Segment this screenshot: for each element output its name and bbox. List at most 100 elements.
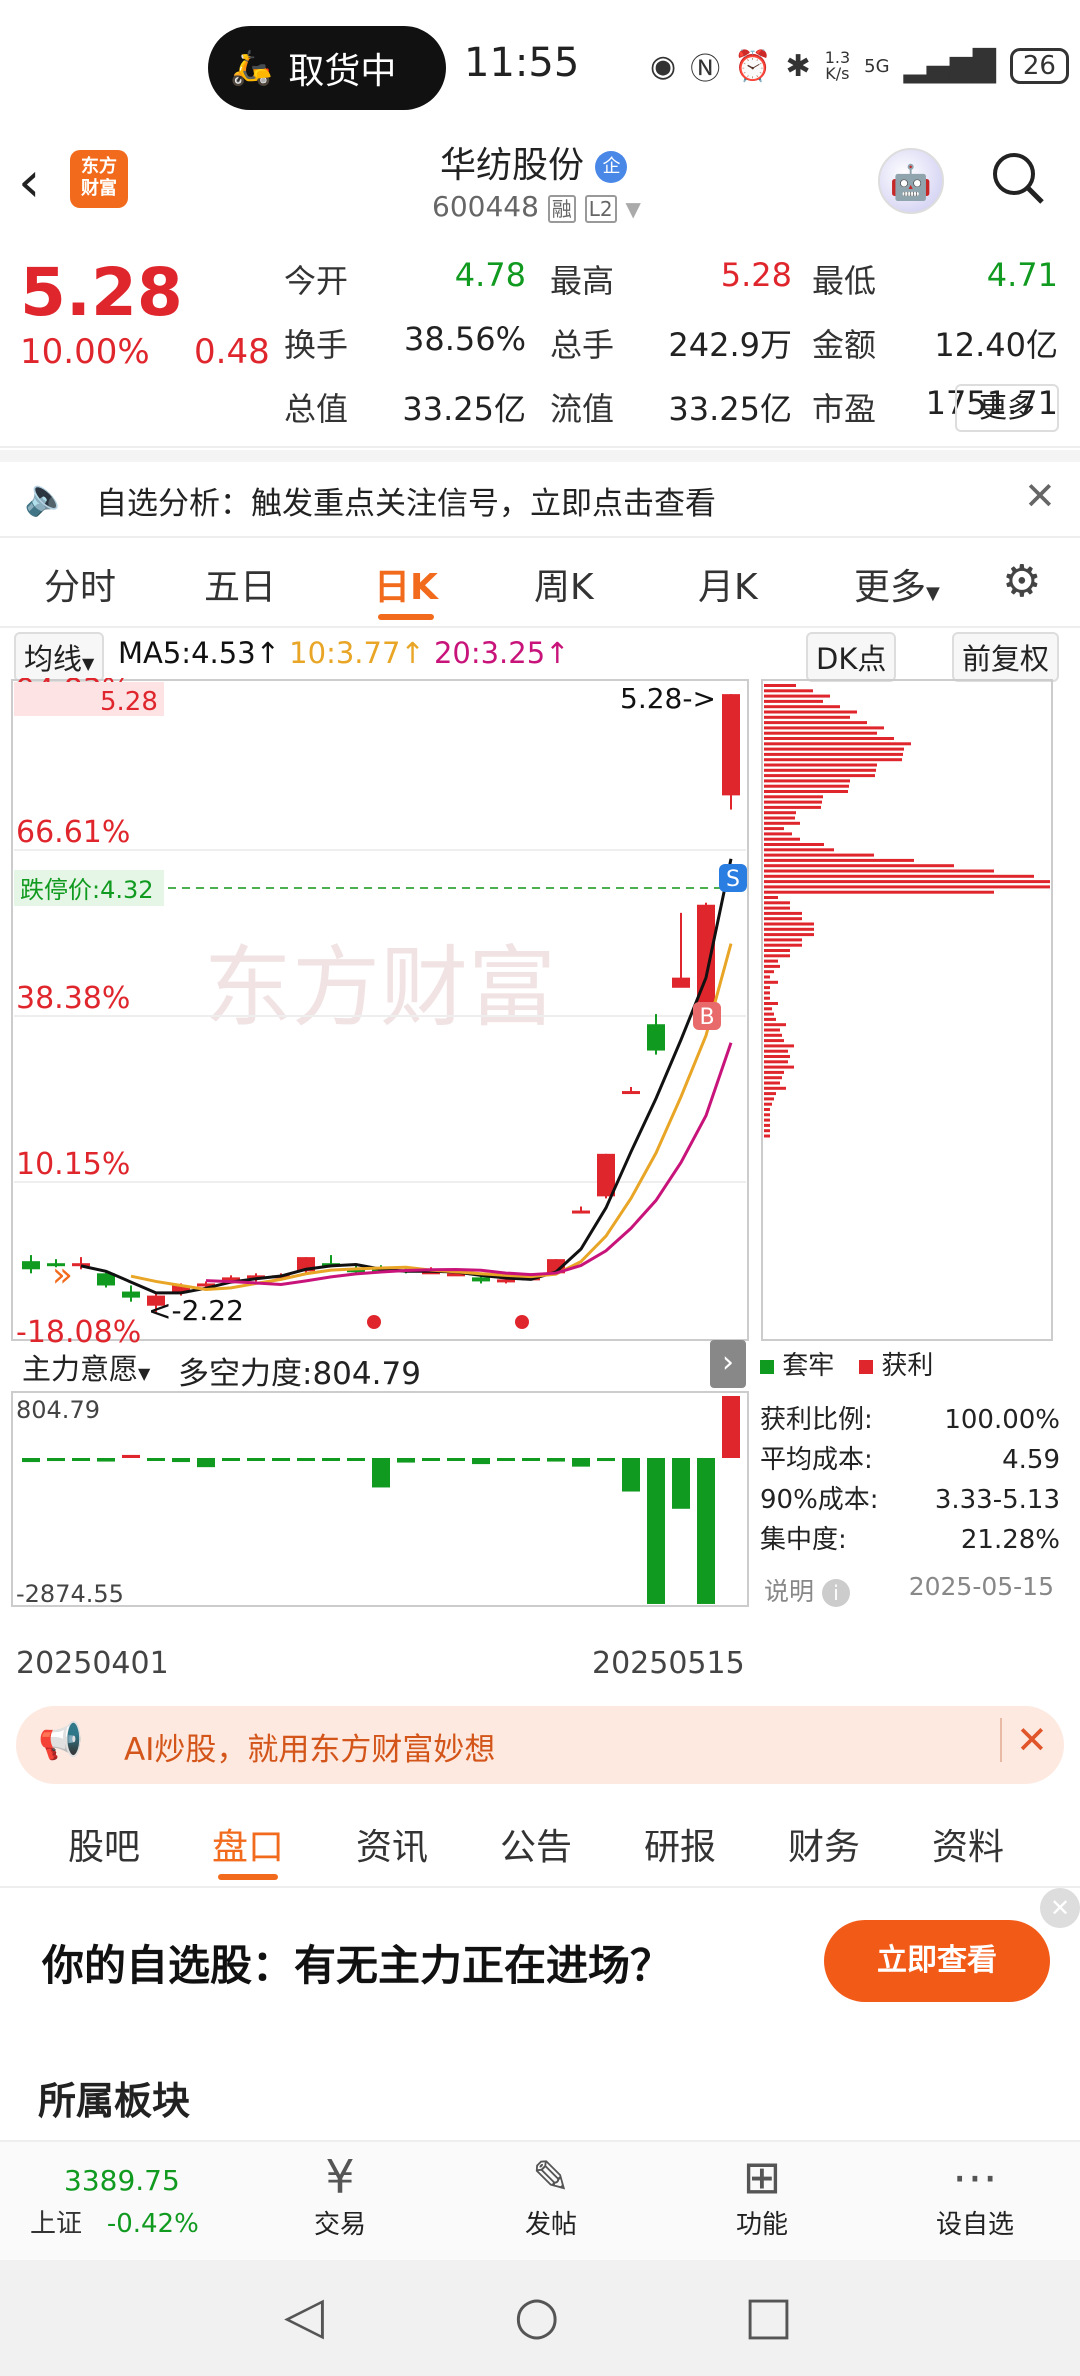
osc-bar <box>72 1458 90 1461</box>
trade-button[interactable]: ¥ 交易 <box>300 2150 380 2241</box>
chip-bar <box>764 705 840 709</box>
tab-monthly-k[interactable]: 月K <box>698 558 758 610</box>
chip-bar <box>764 1017 776 1021</box>
chip-bar <box>764 758 902 762</box>
osc-bar <box>247 1458 265 1461</box>
close-icon[interactable]: ✕ <box>1024 474 1056 518</box>
index-value: 3389.75 <box>64 2164 180 2197</box>
osc-bar <box>472 1458 490 1465</box>
robot-assistant-icon[interactable]: 🤖 <box>878 148 944 214</box>
info-icon: i <box>821 1579 850 1607</box>
chevron-down-icon: ▼ <box>625 197 641 221</box>
osc-bar <box>597 1458 615 1462</box>
osc-bar <box>347 1458 365 1461</box>
more-button[interactable]: 更多 <box>955 384 1059 432</box>
y-axis-label: 38.38% <box>16 981 130 1016</box>
close-icon[interactable]: ✕ <box>1040 1888 1080 1928</box>
chip-bar <box>764 689 813 693</box>
osc-bar <box>222 1458 240 1461</box>
chip-bar <box>764 816 795 820</box>
limit-price-label: 跌停价:4.32 <box>20 876 154 904</box>
tab-4[interactable]: 研报 <box>644 1818 716 1870</box>
expand-arrow-icon[interactable]: › <box>710 1340 746 1388</box>
candle-body <box>22 1261 40 1270</box>
chip-bar <box>764 880 1050 884</box>
grid-icon: ⊞ <box>742 2150 782 2204</box>
quote-label: 今开 <box>284 262 349 300</box>
tab-3[interactable]: 公告 <box>500 1818 572 1870</box>
system-nav-bar: ◁ ○ □ <box>0 2260 1080 2376</box>
watchlist-analysis-banner[interactable]: 🔈 自选分析：触发重点关注信号，立即点击查看 ✕ <box>0 450 1080 538</box>
chip-bar <box>764 726 884 730</box>
settings-gear-icon[interactable]: ⚙ <box>1002 556 1041 607</box>
stock-code[interactable]: 600448 融 L2 ▼ <box>432 190 641 223</box>
chip-bar <box>764 821 800 825</box>
chip-bar <box>764 694 830 698</box>
chip-bar <box>764 784 849 788</box>
tab-intraday[interactable]: 分时 <box>44 558 116 610</box>
back-nav-icon[interactable]: ◁ <box>284 2286 324 2346</box>
back-icon[interactable]: ‹ <box>18 150 40 215</box>
chip-bar <box>764 731 877 735</box>
chip-bar <box>764 853 874 857</box>
indicator-select[interactable]: 主力意愿▼ <box>14 1344 159 1390</box>
candle-body <box>647 1024 665 1051</box>
chip-bar <box>764 986 770 990</box>
status-icons: ◉ Ⓝ ⏰ ✱ 1.3 K/s 5G ▂▄▆█ 26 <box>650 44 1069 88</box>
margin-tag: 融 <box>547 195 576 223</box>
tab-weekly-k[interactable]: 周K <box>534 558 594 610</box>
quote-value: 4.78 <box>454 256 526 294</box>
chip-note[interactable]: 说明 i 2025-05-15 <box>764 1572 1054 1608</box>
close-icon[interactable]: ✕ <box>1000 1718 1048 1762</box>
tab-5[interactable]: 财务 <box>788 1818 860 1870</box>
quote-value: 242.9万 <box>668 326 792 364</box>
oscillator-frame <box>11 1391 749 1607</box>
tab-daily-k[interactable]: 日K <box>374 558 438 610</box>
live-activity-pill[interactable]: 🛵 取货中 <box>208 26 446 110</box>
yen-icon: ¥ <box>325 2150 355 2204</box>
quote-value: 33.25亿 <box>668 390 792 428</box>
chip-bar <box>764 811 796 815</box>
dk-point-button[interactable]: DK点 <box>806 632 897 682</box>
eastmoney-logo[interactable]: 东方 财富 <box>70 150 128 208</box>
recents-nav-icon[interactable]: □ <box>744 2286 793 2346</box>
chip-bar <box>764 943 802 947</box>
post-button[interactable]: ✎ 发帖 <box>511 2150 591 2241</box>
tab-1[interactable]: 盘口 <box>212 1818 284 1870</box>
chip-stat-row: 集中度: 21.28% <box>760 1525 1060 1555</box>
chip-bar <box>764 737 894 740</box>
ma-select[interactable]: 均线▼ <box>14 632 105 682</box>
change-percent: 10.00% <box>20 332 150 372</box>
chip-bar <box>764 715 850 719</box>
ma-values: MA5:4.53↑ 10:3.77↑ 20:3.25↑ <box>118 636 570 670</box>
tab-more[interactable]: 更多▼ <box>854 558 940 610</box>
home-nav-icon[interactable]: ○ <box>514 2286 559 2346</box>
promo-card[interactable]: 你的自选股：有无主力正在进场？ 立即查看 ✕ <box>0 1888 1080 2048</box>
event-dot <box>515 1315 529 1329</box>
view-now-button[interactable]: 立即查看 <box>824 1920 1050 2002</box>
chip-bar <box>764 790 848 793</box>
chip-bar <box>764 710 857 714</box>
osc-bar <box>297 1458 315 1461</box>
forward-adjust-button[interactable]: 前复权 <box>952 632 1060 682</box>
eye-icon: ◉ <box>650 48 677 84</box>
chip-bar <box>764 742 911 746</box>
tab-6[interactable]: 资料 <box>932 1818 1004 1870</box>
add-watchlist-button[interactable]: ⋯ 设自选 <box>920 2150 1030 2241</box>
osc-bar <box>97 1458 115 1462</box>
search-icon[interactable] <box>990 150 1046 206</box>
functions-button[interactable]: ⊞ 功能 <box>722 2150 802 2241</box>
chip-bar <box>764 1023 786 1027</box>
chip-stat-row: 平均成本: 4.59 <box>760 1445 1060 1475</box>
battery-icon: 26 <box>1009 48 1069 84</box>
ai-promo-banner[interactable]: 📢 AI炒股，就用东方财富妙想 ✕ <box>16 1706 1064 1784</box>
tab-2[interactable]: 资讯 <box>356 1818 428 1870</box>
osc-bar <box>572 1458 590 1467</box>
chip-bar <box>764 938 802 942</box>
tab-0[interactable]: 股吧 <box>68 1818 140 1870</box>
index-widget[interactable]: 3389.75 上证 -0.42% <box>30 2164 230 2240</box>
indicator-value: 多空力度:804.79 <box>178 1356 421 1392</box>
sell-signal: S <box>726 867 740 892</box>
tab-five-day[interactable]: 五日 <box>204 558 276 610</box>
chip-bar <box>764 1007 772 1011</box>
